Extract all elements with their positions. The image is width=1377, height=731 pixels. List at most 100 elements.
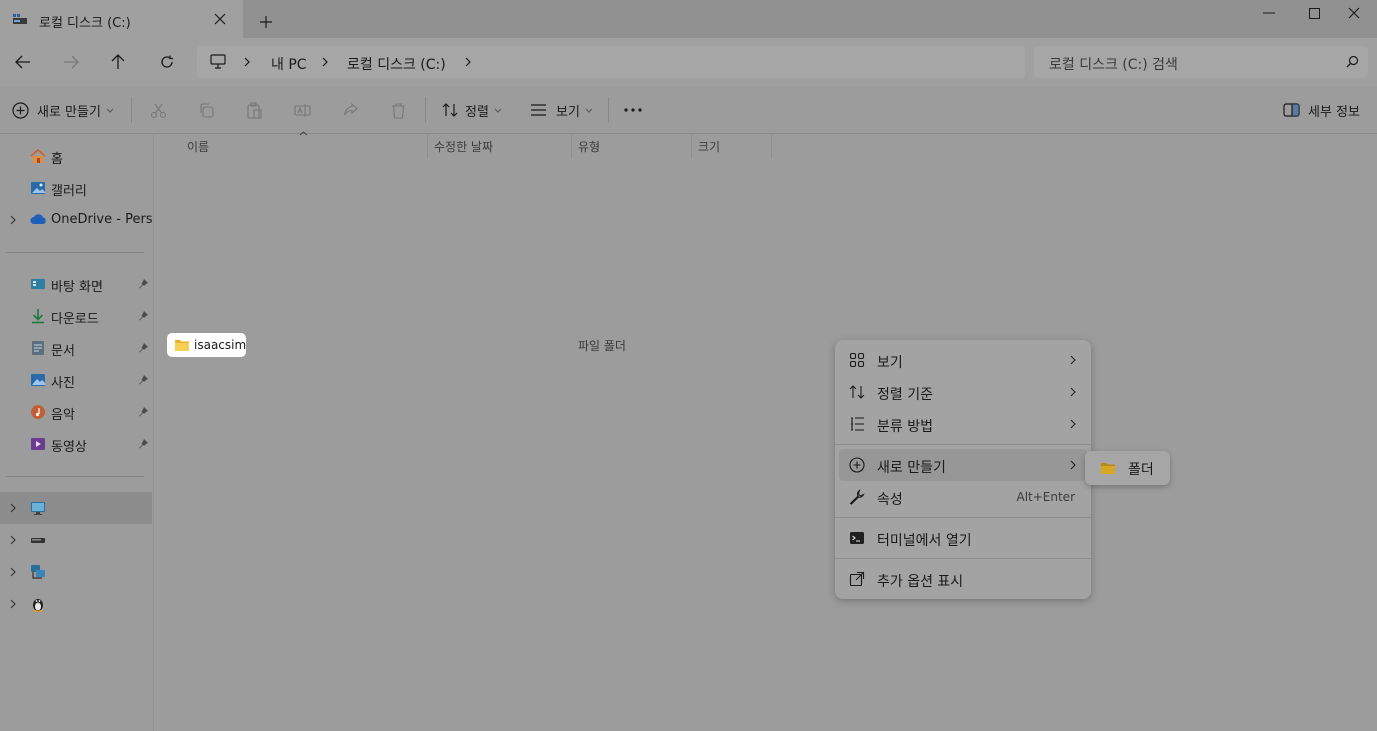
column-divider[interactable] [691,134,692,158]
menu-item-sort-by[interactable]: 정렬 기준 [839,376,1087,408]
view-button[interactable]: 보기 [530,87,593,133]
rename-icon [294,102,311,119]
column-divider[interactable] [771,134,772,158]
breadcrumb-this-pc[interactable]: 내 PC [271,54,307,74]
breadcrumb-chevron-icon[interactable] [465,57,471,67]
close-tab-icon[interactable] [214,13,226,25]
chevron-right-icon[interactable] [8,566,18,578]
network-icon [30,564,46,580]
home-icon [30,148,46,164]
menu-item-shortcut: Alt+Enter [1016,490,1075,504]
details-pane-button[interactable]: 세부 정보 [1283,87,1360,133]
address-row: 내 PC 로컬 디스크 (C:) 로컬 디스크 (C:) 검색 [0,38,1377,86]
command-bar: 새로 만들기 정렬 보기 세부 정보 [0,87,1377,134]
forward-arrow-icon[interactable] [61,52,81,72]
paste-icon [246,101,263,119]
copy-button[interactable] [198,87,215,133]
new-item-icon [849,457,865,473]
sidebar-item-videos[interactable]: 동영상 [0,429,153,459]
search-input[interactable]: 로컬 디스크 (C:) 검색 [1034,46,1368,78]
chevron-right-icon[interactable] [8,214,18,226]
breadcrumb-chevron-icon[interactable] [244,57,250,67]
submenu-item-folder[interactable]: 폴더 [1085,451,1170,485]
gallery-icon [30,180,46,196]
pin-icon[interactable] [138,310,149,321]
menu-item-more-options[interactable]: 추가 옵션 표시 [839,563,1087,595]
navigation-pane: 홈 갤러리 OneDrive - Personal 바탕 화면 다운로드 [0,134,154,731]
breadcrumb-chevron-icon[interactable] [322,57,328,67]
more-button[interactable] [624,87,642,133]
submenu-item-label: 폴더 [1128,462,1154,478]
menu-item-label: 터미널에서 열기 [877,533,972,549]
chevron-down-icon [494,108,502,113]
sidebar-item-linux[interactable] [0,589,153,619]
new-button[interactable]: 새로 만들기 [12,87,114,133]
menu-item-label: 추가 옵션 표시 [877,574,964,590]
more-dots-icon [624,108,642,112]
sort-button[interactable]: 정렬 [442,87,502,133]
view-button-label: 보기 [556,104,580,120]
refresh-icon[interactable] [157,52,177,72]
menu-item-label: 정렬 기준 [877,387,933,403]
file-name[interactable]: isaacsim [194,338,246,352]
column-divider[interactable] [427,134,428,158]
share-button[interactable] [342,87,359,133]
videos-icon [30,436,46,452]
tab-local-disk[interactable]: 로컬 디스크 (C:) [0,0,243,38]
cut-button[interactable] [150,87,167,133]
this-pc-crumb-icon[interactable] [210,54,226,69]
column-header-type[interactable]: 유형 [578,138,600,155]
sidebar-item-downloads[interactable]: 다운로드 [0,301,153,331]
pin-icon[interactable] [138,278,149,289]
delete-button[interactable] [390,87,407,133]
close-window-icon[interactable] [1331,4,1377,22]
sidebar-item-onedrive[interactable]: OneDrive - Personal [0,205,153,235]
back-arrow-icon[interactable] [13,52,33,72]
file-row-isaacsim[interactable]: isaacsim [167,333,246,357]
chevron-right-icon[interactable] [8,502,18,514]
view-lines-icon [530,103,547,117]
sidebar-item-label: 사진 [51,376,75,391]
drive-tab-icon [12,12,28,26]
up-arrow-icon[interactable] [108,52,128,72]
sidebar-item-home[interactable]: 홈 [0,141,153,171]
pin-icon[interactable] [138,374,149,385]
sidebar-item-pictures[interactable]: 사진 [0,365,153,395]
menu-item-group-by[interactable]: 분류 방법 [839,408,1087,440]
file-type: 파일 폴더 [578,339,626,353]
paste-button[interactable] [246,87,263,133]
pin-icon[interactable] [138,342,149,353]
sidebar-item-drive[interactable] [0,525,153,555]
sidebar-item-label: 동영상 [51,440,87,455]
share-icon [342,102,359,119]
folder-icon [1100,461,1116,475]
sidebar-item-network[interactable] [0,557,153,587]
address-bar[interactable]: 내 PC 로컬 디스크 (C:) [197,46,1025,78]
column-divider[interactable] [571,134,572,158]
sidebar-item-music[interactable]: 음악 [0,397,153,427]
menu-item-properties[interactable]: 속성 Alt+Enter [839,481,1087,513]
column-header-name[interactable]: 이름 [187,138,209,155]
rename-button[interactable] [294,87,311,133]
drive-icon [30,532,46,548]
pictures-icon [30,372,46,388]
breadcrumb-local-disk[interactable]: 로컬 디스크 (C:) [347,54,446,74]
column-header-modified[interactable]: 수정한 날짜 [434,138,493,155]
column-header-size[interactable]: 크기 [698,138,720,155]
pin-icon[interactable] [138,438,149,449]
sidebar-item-label: 문서 [51,344,75,359]
menu-item-view[interactable]: 보기 [839,344,1087,376]
chevron-right-icon[interactable] [8,534,18,546]
sidebar-item-documents[interactable]: 문서 [0,333,153,363]
menu-item-open-terminal[interactable]: 터미널에서 열기 [839,522,1087,554]
pin-icon[interactable] [138,406,149,417]
new-tab-icon[interactable] [259,15,273,29]
chevron-right-icon[interactable] [8,598,18,610]
menu-item-new[interactable]: 새로 만들기 [839,449,1087,481]
sidebar-item-desktop[interactable]: 바탕 화면 [0,269,153,299]
minimize-icon[interactable] [1246,4,1292,22]
chevron-right-icon [1069,419,1077,429]
sidebar-item-gallery[interactable]: 갤러리 [0,173,153,203]
sidebar-item-this-pc[interactable] [0,492,152,524]
chevron-down-icon [585,108,593,113]
